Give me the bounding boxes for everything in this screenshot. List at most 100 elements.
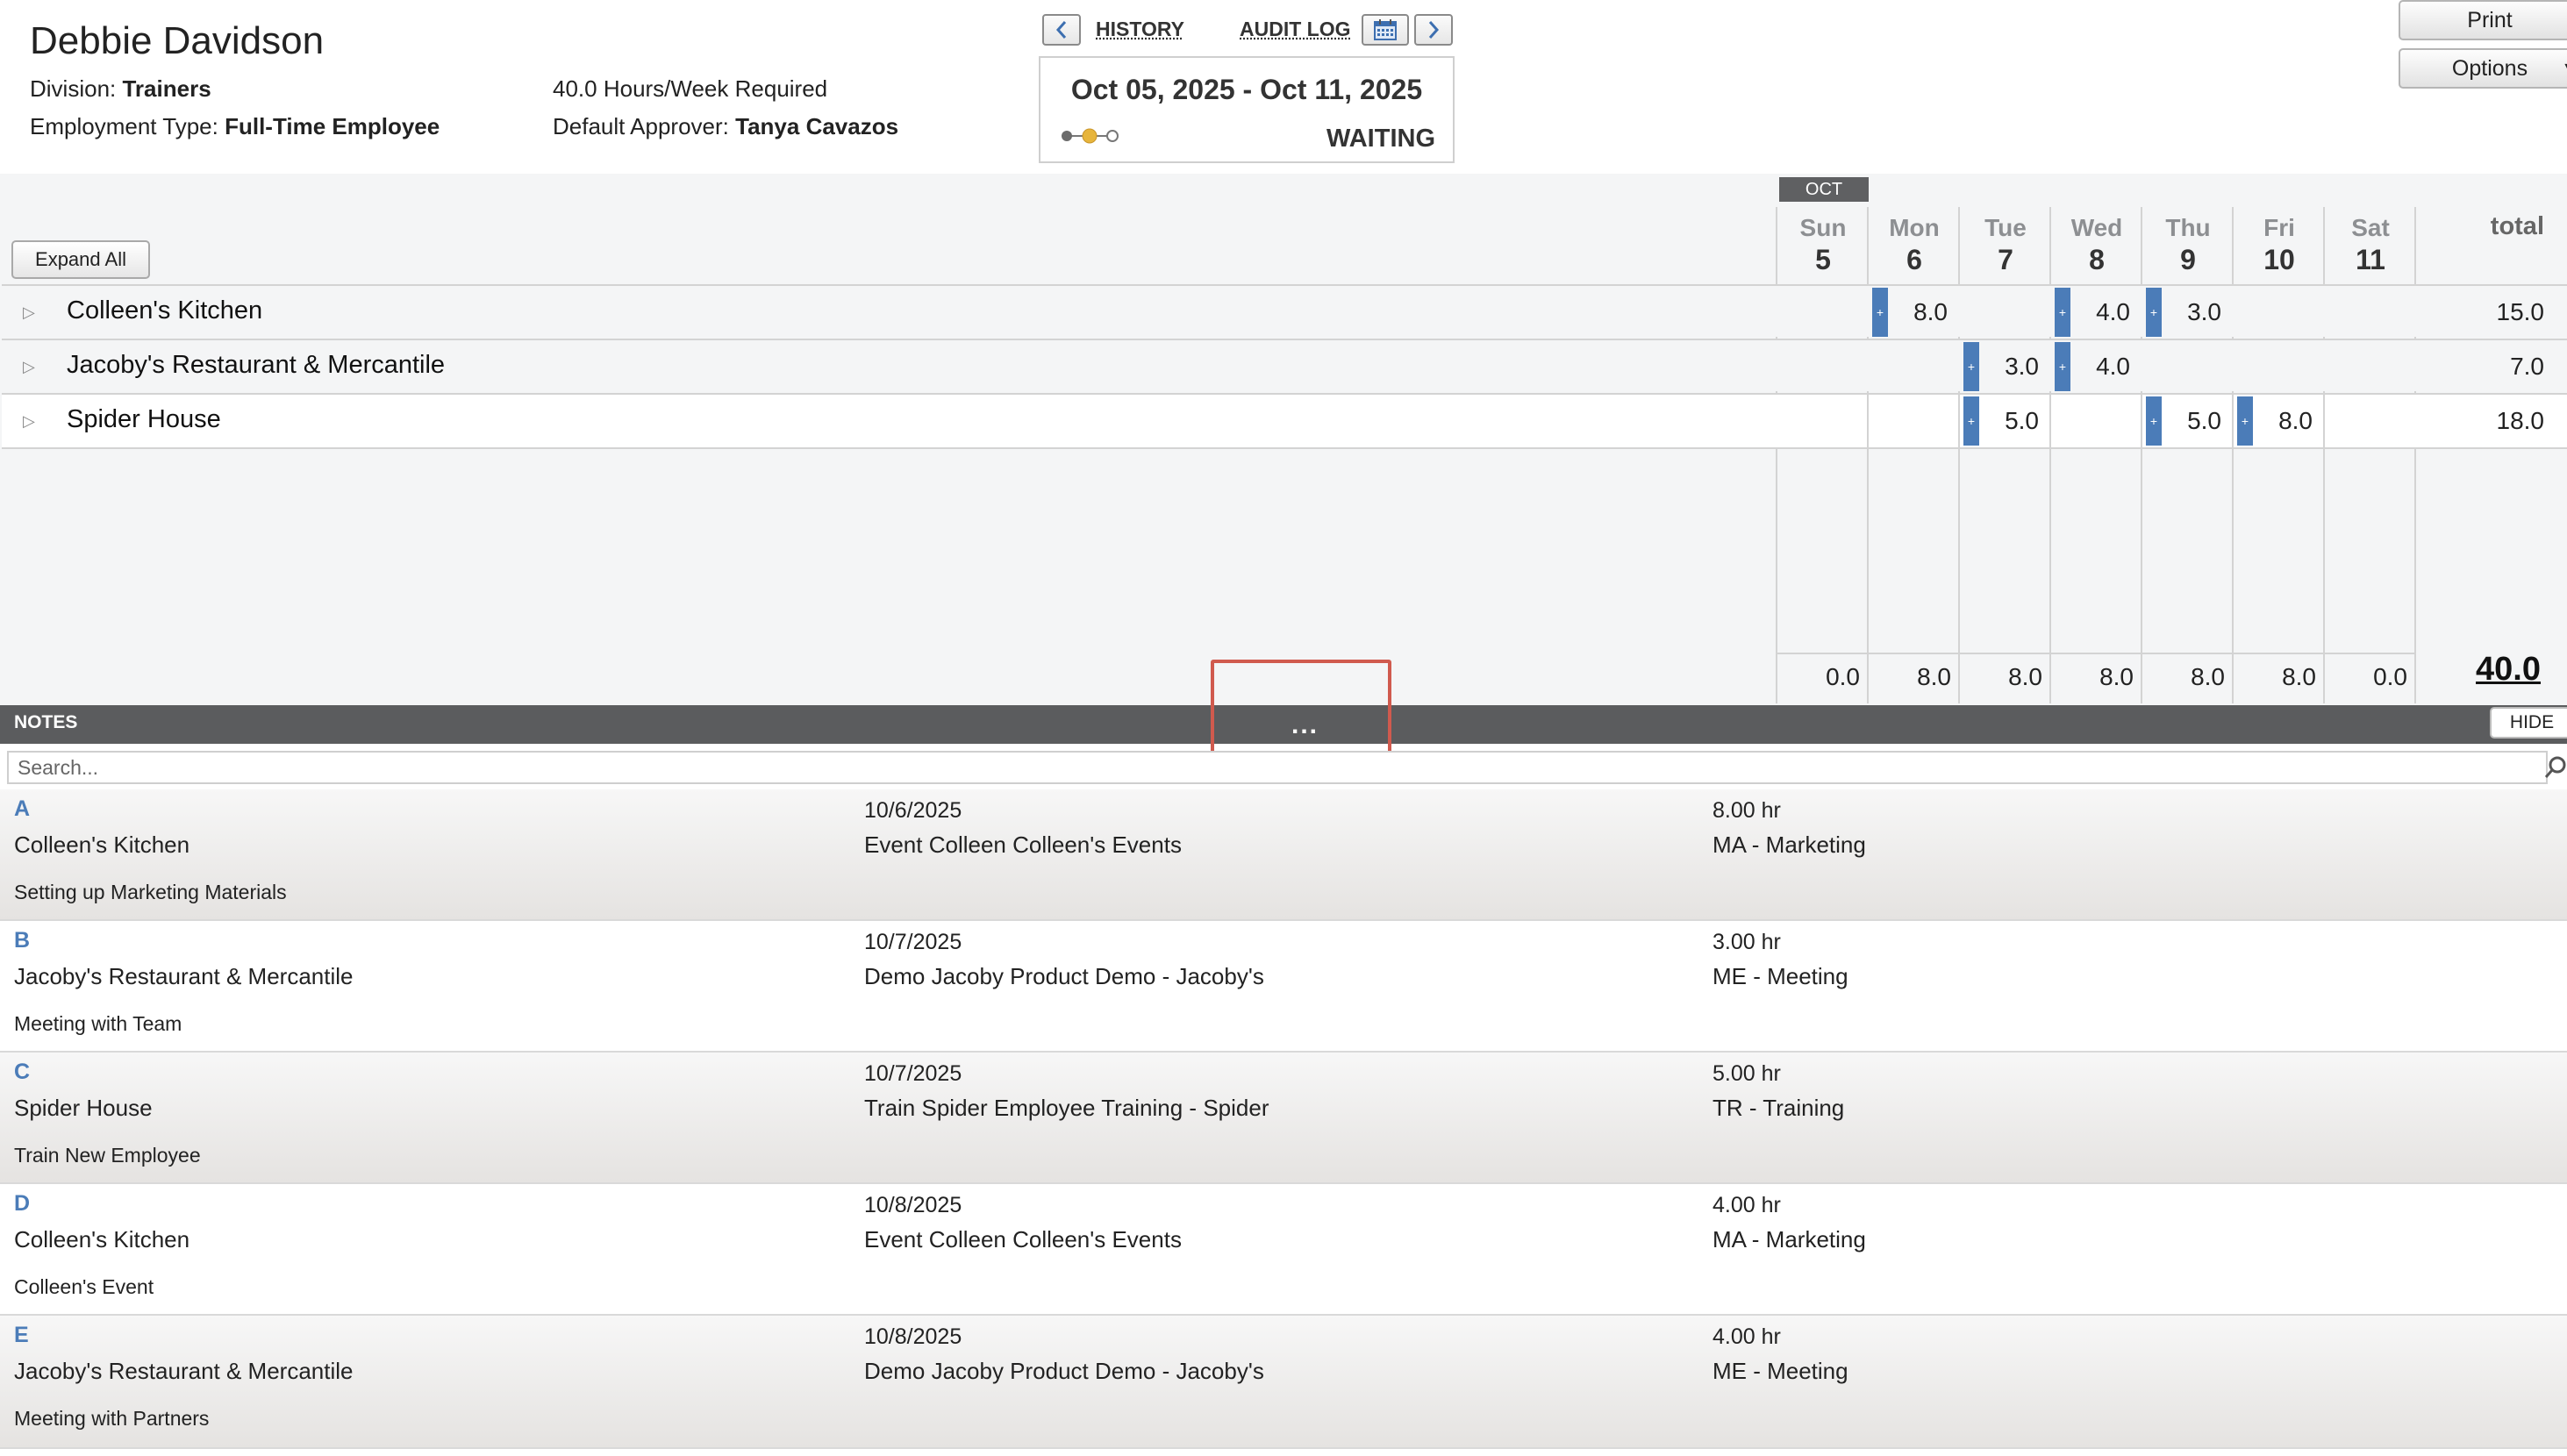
print-button[interactable]: Print	[2399, 0, 2567, 40]
day-total: 8.0	[2191, 663, 2225, 690]
note-project: Jacoby's Restaurant & Mercantile	[14, 1358, 354, 1384]
column-divider	[2414, 207, 2416, 703]
prev-period-button[interactable]	[1042, 14, 1081, 46]
note-project: Spider House	[14, 1095, 153, 1121]
column-divider	[2232, 207, 2234, 703]
table-row: ▷ Jacoby's Restaurant & Mercantile	[2, 339, 2567, 391]
calendar-button[interactable]	[1362, 14, 1409, 46]
row-name: Colleen's Kitchen	[67, 296, 263, 325]
employment-label: Employment Type:	[30, 113, 218, 139]
period-box: Oct 05, 2025 - Oct 11, 2025 WAITING	[1039, 56, 1455, 163]
note-category: ME - Meeting	[1713, 1358, 1848, 1384]
caret-down-icon: ▼	[2562, 50, 2567, 87]
day-name: Thu	[2165, 214, 2211, 241]
note-date: 10/6/2025	[864, 798, 962, 823]
note-project: Colleen's Kitchen	[14, 1226, 190, 1253]
division-label: Division:	[30, 75, 117, 102]
notes-title: NOTES	[14, 712, 78, 732]
expand-triangle-icon[interactable]: ▷	[23, 358, 35, 376]
employment-info: Employment Type: Full-Time Employee	[30, 113, 440, 140]
note-event: Demo Jacoby Product Demo - Jacoby's	[864, 963, 1264, 989]
row-label-cell[interactable]: ▷ Jacoby's Restaurant & Mercantile	[2, 340, 1777, 391]
day-header-sun: Sun 5	[1778, 214, 1868, 276]
day-total: 8.0	[2008, 663, 2042, 690]
next-period-button[interactable]	[1414, 14, 1453, 46]
note-category: TR - Training	[1713, 1095, 1845, 1121]
note-hours: 4.00 hr	[1713, 1193, 1781, 1217]
options-button[interactable]: Options ▼	[2399, 48, 2567, 89]
drag-dots-icon[interactable]: ...	[1291, 710, 1319, 740]
column-divider	[1867, 207, 1869, 703]
day-total: 0.0	[1826, 663, 1860, 690]
note-item[interactable]: C Spider House Train New Employee 10/7/2…	[0, 1053, 2567, 1184]
note-item[interactable]: E Jacoby's Restaurant & Mercantile Meeti…	[0, 1316, 2567, 1449]
expand-triangle-icon[interactable]: ▷	[23, 412, 35, 431]
note-hours: 4.00 hr	[1713, 1324, 1781, 1349]
note-category: ME - Meeting	[1713, 963, 1848, 989]
note-letter: C	[14, 1060, 31, 1084]
day-date: 6	[1906, 244, 1922, 275]
note-item[interactable]: A Colleen's Kitchen Setting up Marketing…	[0, 789, 2567, 921]
expand-all-button[interactable]: Expand All	[11, 240, 150, 279]
column-divider	[2049, 395, 2051, 447]
row-total: 7.0	[2510, 353, 2544, 380]
approver-label: Default Approver:	[553, 113, 729, 139]
approver-info: Default Approver: Tanya Cavazos	[553, 113, 898, 140]
hours-cell[interactable]: 4.0	[2042, 298, 2130, 326]
hours-cell[interactable]: 8.0	[1860, 298, 1948, 326]
row-day-cells	[1777, 395, 2416, 447]
row-name: Spider House	[67, 405, 221, 433]
employee-name: Debbie Davidson	[30, 19, 325, 62]
day-columns	[1777, 207, 2418, 703]
row-name: Jacoby's Restaurant & Mercantile	[67, 351, 446, 379]
division-value: Trainers	[122, 75, 211, 102]
day-date: 9	[2180, 244, 2196, 275]
column-divider	[1776, 207, 1777, 703]
row-label-cell[interactable]: ▷ Spider House	[2, 395, 1777, 446]
chevron-right-icon	[1428, 21, 1440, 39]
month-label: OCT	[1779, 177, 1869, 202]
hours-cell[interactable]: 3.0	[1951, 353, 2039, 381]
approver-value: Tanya Cavazos	[735, 113, 899, 139]
history-link[interactable]: HISTORY	[1096, 18, 1184, 41]
day-total: 8.0	[1917, 663, 1951, 690]
note-hours: 3.00 hr	[1713, 930, 1781, 954]
day-header-sat: Sat 11	[2326, 214, 2415, 276]
day-header-thu: Thu 9	[2143, 214, 2233, 276]
note-item[interactable]: B Jacoby's Restaurant & Mercantile Meeti…	[0, 921, 2567, 1053]
column-divider	[1958, 207, 1960, 703]
note-event: Demo Jacoby Product Demo - Jacoby's	[864, 1358, 1264, 1384]
hours-cell[interactable]: 3.0	[2134, 298, 2221, 326]
day-name: Mon	[1889, 214, 1940, 241]
status-label: WAITING	[1326, 125, 1435, 153]
day-header-fri: Fri 10	[2235, 214, 2324, 276]
audit-log-link[interactable]: AUDIT LOG	[1240, 18, 1351, 41]
hours-cell[interactable]: 5.0	[1951, 407, 2039, 435]
notes-search-input[interactable]	[7, 751, 2548, 784]
period-range: Oct 05, 2025 - Oct 11, 2025	[1070, 74, 1423, 105]
day-total: 0.0	[2373, 663, 2407, 690]
search-icon[interactable]	[2544, 751, 2567, 784]
division-info: Division: Trainers	[30, 75, 211, 103]
expand-triangle-icon[interactable]: ▷	[23, 303, 35, 322]
note-item[interactable]: D Colleen's Kitchen Colleen's Event 10/8…	[0, 1184, 2567, 1316]
note-description: Train New Employee	[14, 1144, 201, 1167]
calendar-icon	[1374, 19, 1397, 40]
row-label-cell[interactable]: ▷ Colleen's Kitchen	[2, 286, 1777, 337]
hours-cell[interactable]: 5.0	[2134, 407, 2221, 435]
note-hours: 8.00 hr	[1713, 798, 1781, 823]
note-description: Meeting with Team	[14, 1012, 182, 1035]
day-header-mon: Mon 6	[1870, 214, 1959, 276]
day-total: 8.0	[2099, 663, 2134, 690]
note-date: 10/8/2025	[864, 1193, 962, 1217]
note-letter: A	[14, 796, 31, 821]
note-description: Colleen's Event	[14, 1275, 154, 1298]
row-total: 18.0	[2496, 407, 2545, 434]
note-letter: E	[14, 1323, 29, 1347]
column-divider	[2323, 207, 2325, 703]
day-date: 7	[1998, 244, 2013, 275]
hide-notes-button[interactable]: HIDE	[2490, 707, 2567, 739]
note-date: 10/8/2025	[864, 1324, 962, 1349]
hours-cell[interactable]: 4.0	[2042, 353, 2130, 381]
hours-cell[interactable]: 8.0	[2225, 407, 2313, 435]
